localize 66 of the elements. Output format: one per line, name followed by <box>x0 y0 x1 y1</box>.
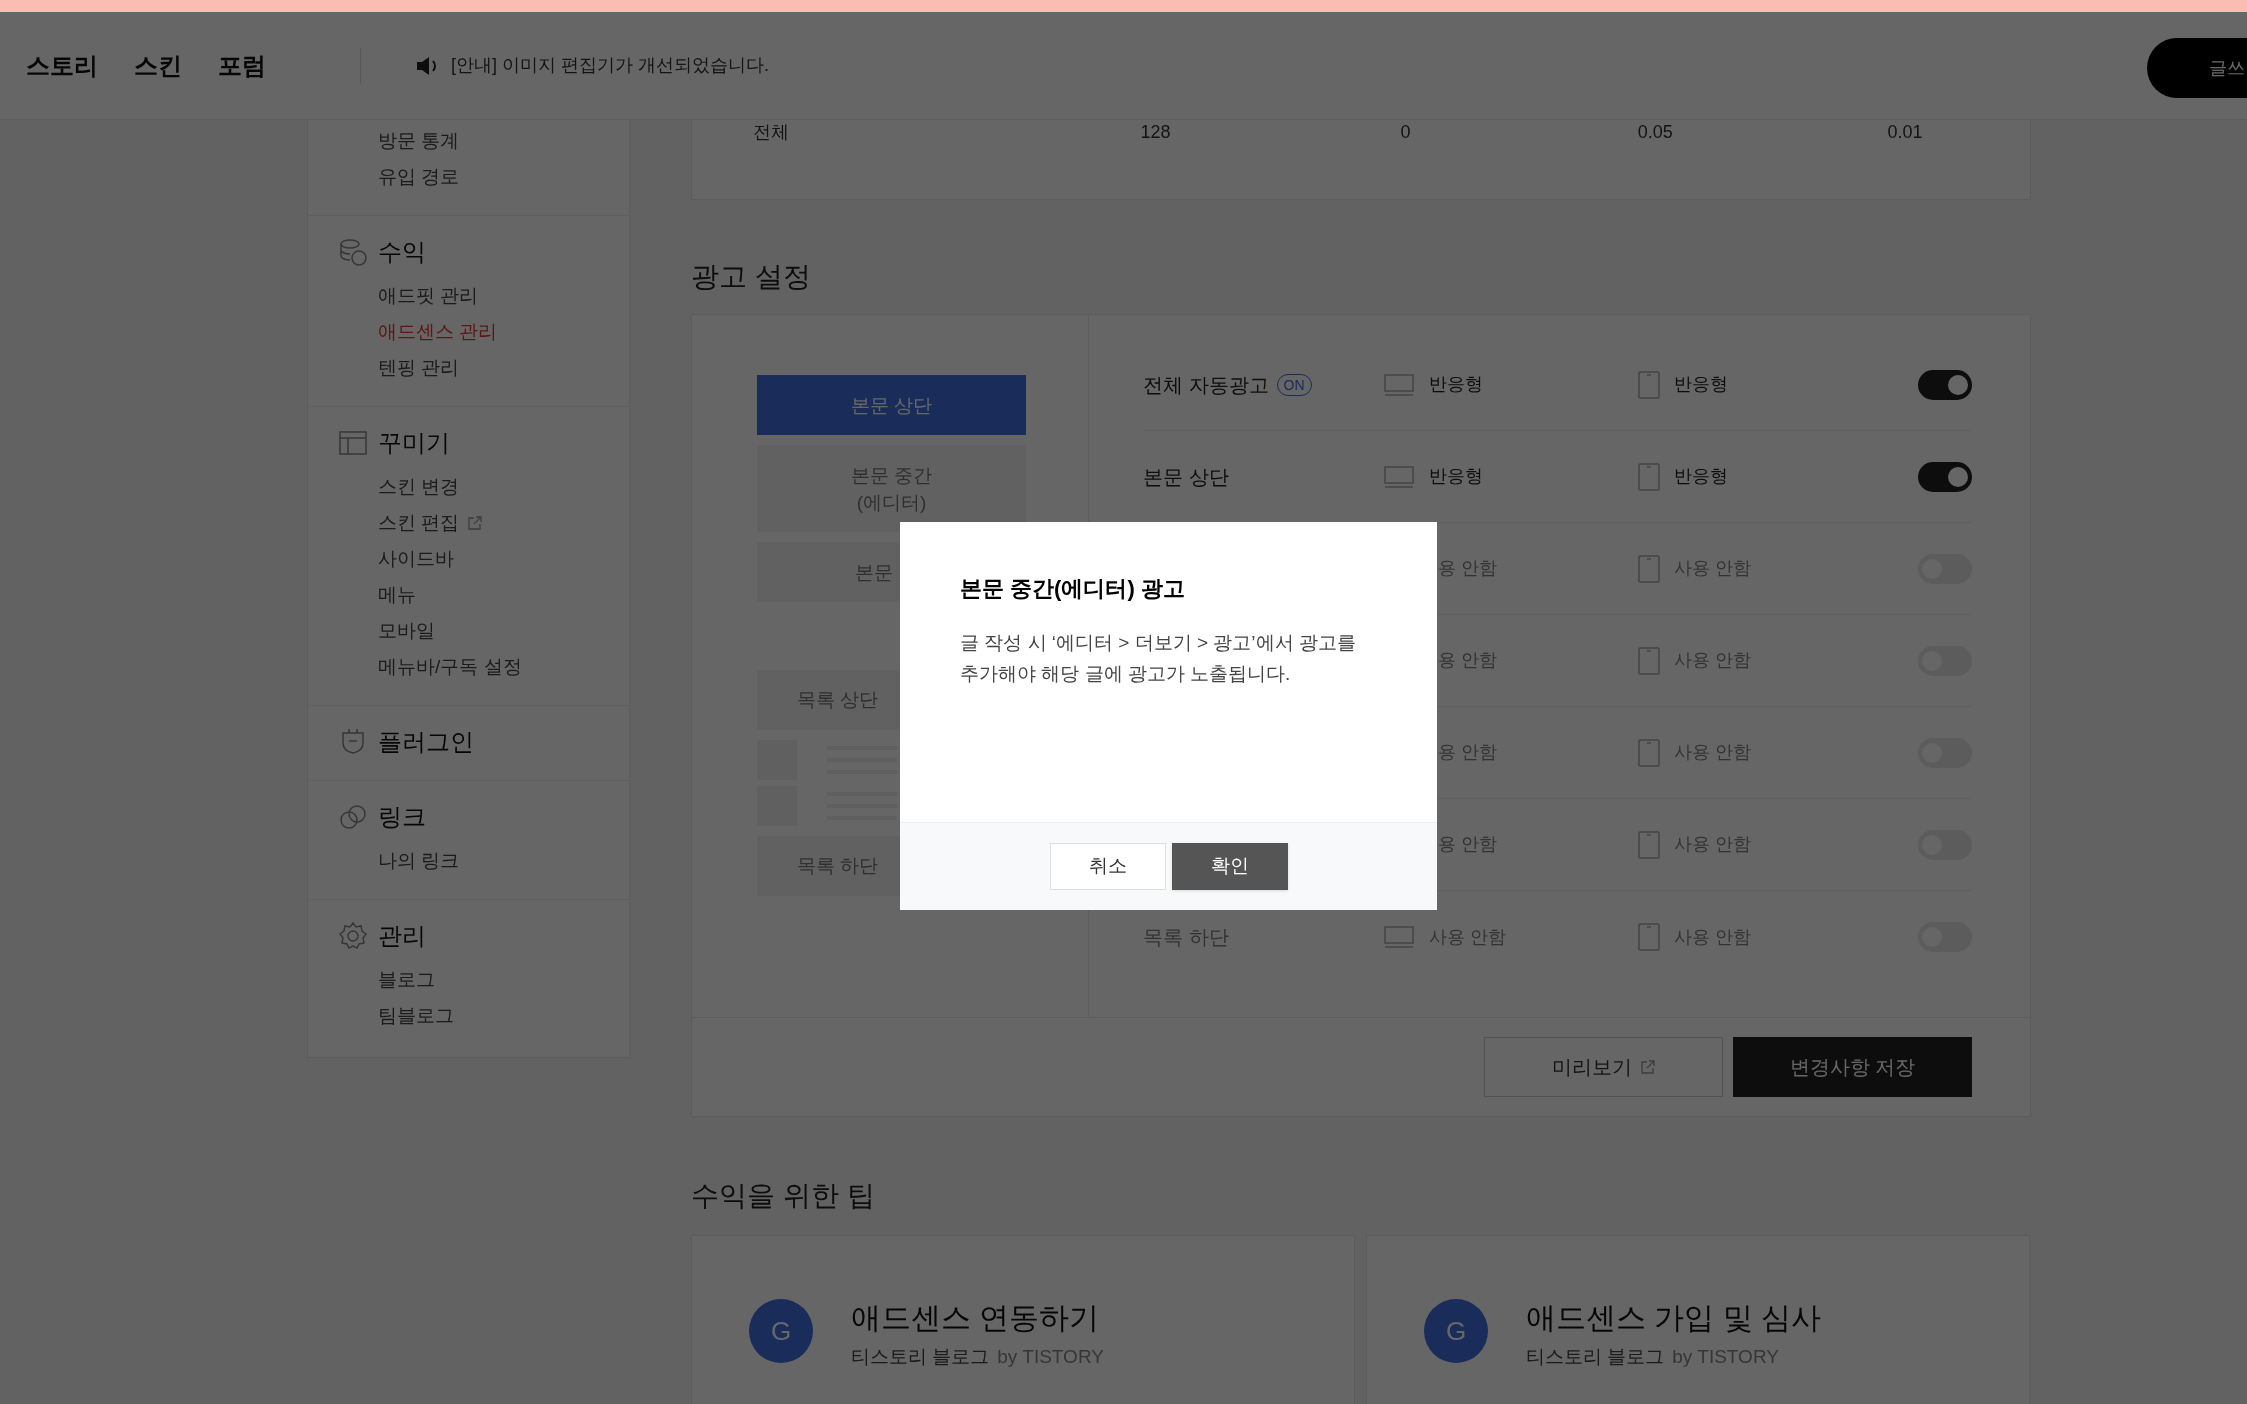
avatar-icon: G <box>1424 1299 1488 1363</box>
sidebar-item[interactable]: 애드핏 관리 <box>378 281 479 311</box>
monitor-icon <box>1384 464 1414 489</box>
sidebar-item[interactable]: 애드센스 관리 <box>378 317 498 347</box>
table-cell-text: 0.05 <box>1636 121 1674 144</box>
toggle-switch[interactable] <box>1918 461 1972 492</box>
monitor-icon <box>1384 372 1414 397</box>
external-link-icon <box>1639 1059 1656 1075</box>
sidebar-item[interactable]: 방문 통계 <box>378 126 460 156</box>
toggle-switch[interactable] <box>1918 369 1972 400</box>
sidebar-heading[interactable]: 수익 <box>378 234 426 270</box>
sidebar-item[interactable]: 모바일 <box>378 616 435 646</box>
cancel-button[interactable]: 취소 <box>1049 843 1166 890</box>
sidebar-item[interactable]: 텐핑 관리 <box>378 353 460 383</box>
device-setting: 반응형 <box>1674 373 1728 396</box>
notice-text[interactable]: [안내] 이미지 편집기가 개선되었습니다. <box>451 52 769 79</box>
tip-source: 티스토리 블로그 <box>1526 1345 1665 1369</box>
preview-button[interactable]: 미리보기 <box>1484 1037 1723 1097</box>
nav-link[interactable]: 포럼 <box>218 47 266 84</box>
gear-icon <box>338 921 368 951</box>
sidebar-item[interactable]: 스킨 편집 <box>378 508 460 538</box>
layout-icon <box>338 428 368 458</box>
sidebar-heading[interactable]: 관리 <box>378 918 426 954</box>
phone-icon <box>1638 462 1660 491</box>
sidebar-item[interactable]: 유입 경로 <box>378 162 460 192</box>
sidebar-heading[interactable]: 링크 <box>378 799 426 835</box>
table-cell-text: 0.01 <box>1886 121 1924 144</box>
section-title: 수익을 위한 팁 <box>691 1179 876 1213</box>
device-setting: 반응형 <box>1429 373 1483 396</box>
sidebar-heading[interactable]: 플러그인 <box>378 724 474 760</box>
sidebar-item[interactable]: 메뉴 <box>378 580 416 610</box>
tip-source: 티스토리 블로그 <box>851 1345 990 1369</box>
ad-position-button[interactable]: 본문 상단 <box>757 375 1026 435</box>
sidebar-item[interactable]: 나의 링크 <box>378 846 460 876</box>
table-cell-text: 0 <box>1399 121 1412 144</box>
section-title: 광고 설정 <box>691 260 812 294</box>
table-cell-text: 전체 <box>752 121 790 144</box>
nav-link[interactable]: 스킨 <box>134 47 182 84</box>
save-button[interactable]: 변경사항 저장 <box>1733 1037 1972 1097</box>
link-icon <box>338 802 368 832</box>
row-label: 본문 상단 <box>1143 464 1229 490</box>
phone-icon <box>1638 830 1660 859</box>
speaker-icon <box>415 54 439 77</box>
phone-icon <box>1638 923 1660 951</box>
sidebar-item[interactable]: 블로그 <box>378 965 435 995</box>
device-setting: 반응형 <box>1429 465 1483 488</box>
phone-icon <box>1638 370 1660 399</box>
sidebar-item[interactable]: 스킨 변경 <box>378 472 460 502</box>
row-label: 전체 자동광고 <box>1143 372 1269 398</box>
sidebar-heading[interactable]: 꾸미기 <box>378 425 450 461</box>
tip-title: 애드센스 가입 및 심사 <box>1526 1300 1821 1336</box>
confirm-button[interactable]: 확인 <box>1171 843 1288 890</box>
phone-icon <box>1638 554 1660 583</box>
tip-title: 애드센스 연동하기 <box>851 1300 1101 1336</box>
avatar-icon: G <box>749 1299 813 1363</box>
nav-link[interactable]: 스토리 <box>26 47 98 84</box>
sidebar-item[interactable]: 팀블로그 <box>378 1001 454 1031</box>
write-button[interactable]: 글쓰 <box>2147 38 2247 98</box>
phone-icon <box>1638 738 1660 767</box>
sidebar-item[interactable]: 메뉴바/구독 설정 <box>378 652 522 682</box>
device-setting: 반응형 <box>1674 465 1728 488</box>
sidebar-item[interactable]: 사이드바 <box>378 544 454 574</box>
table-cell-text: 128 <box>1139 121 1172 144</box>
phone-icon <box>1638 646 1660 675</box>
monitor-icon <box>1384 925 1414 949</box>
coins-icon <box>338 237 368 267</box>
